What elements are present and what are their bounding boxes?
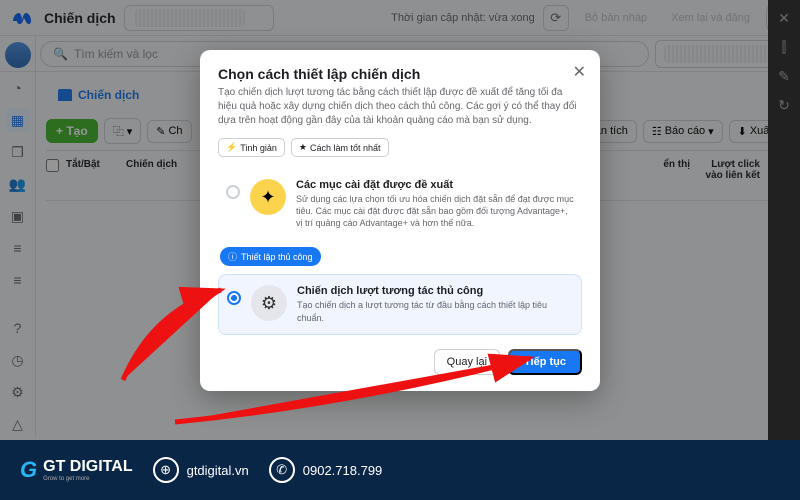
gt-mark-icon: G: [20, 457, 37, 483]
app-root: Chiến dịch Thời gian cập nhật: vừa xong …: [0, 0, 800, 500]
opt1-desc: Sử dụng các lựa chọn tối ưu hóa chiến dị…: [296, 193, 574, 229]
modal-footer: Quay lại Tiếp tục: [218, 349, 582, 375]
opt2-title: Chiến dịch lượt tương tác thủ công: [297, 285, 573, 297]
opt1-title: Các mục cài đặt được đề xuất: [296, 179, 574, 191]
tag-best-practice: ★Cách làm tốt nhất: [291, 138, 389, 157]
wand-icon: ✦: [250, 179, 286, 215]
brand-footer: G GT DIGITAL Grow to get more ⊕ gtdigita…: [0, 440, 800, 500]
setup-modal: ✕ Chọn cách thiết lập chiến dịch Tạo chi…: [200, 50, 600, 391]
tag-streamlined: ⚡Tinh giản: [218, 138, 285, 157]
phone-icon: ✆: [269, 457, 295, 483]
star-icon: ★: [299, 142, 307, 153]
info-icon: ⓘ: [228, 250, 237, 263]
footer-phone[interactable]: ✆ 0902.718.799: [269, 457, 383, 483]
footer-web[interactable]: ⊕ gtdigital.vn: [153, 457, 249, 483]
continue-button[interactable]: Tiếp tục: [508, 349, 582, 375]
gt-logo: G GT DIGITAL Grow to get more: [20, 457, 133, 483]
bolt-icon: ⚡: [226, 142, 237, 153]
option-recommended[interactable]: ✦ Các mục cài đặt được đề xuất Sử dụng c…: [218, 169, 582, 239]
option-manual[interactable]: ⚙ Chiến dịch lượt tương tác thủ công Tạo…: [218, 274, 582, 334]
globe-icon: ⊕: [153, 457, 179, 483]
tag-row: ⚡Tinh giản ★Cách làm tốt nhất: [218, 138, 582, 157]
manual-setup-badge: ⓘThiết lập thủ công: [220, 247, 321, 266]
radio-manual[interactable]: [227, 291, 241, 305]
radio-recommended[interactable]: [226, 185, 240, 199]
modal-description: Tạo chiến dịch lượt tương tác bằng cách …: [218, 86, 582, 128]
back-button[interactable]: Quay lại: [434, 349, 500, 375]
close-icon[interactable]: ✕: [573, 62, 586, 82]
modal-title: Chọn cách thiết lập chiến dịch: [218, 66, 582, 82]
gear-icon: ⚙: [251, 285, 287, 321]
opt2-desc: Tạo chiến dịch a lượt tương tác từ đầu b…: [297, 299, 573, 323]
